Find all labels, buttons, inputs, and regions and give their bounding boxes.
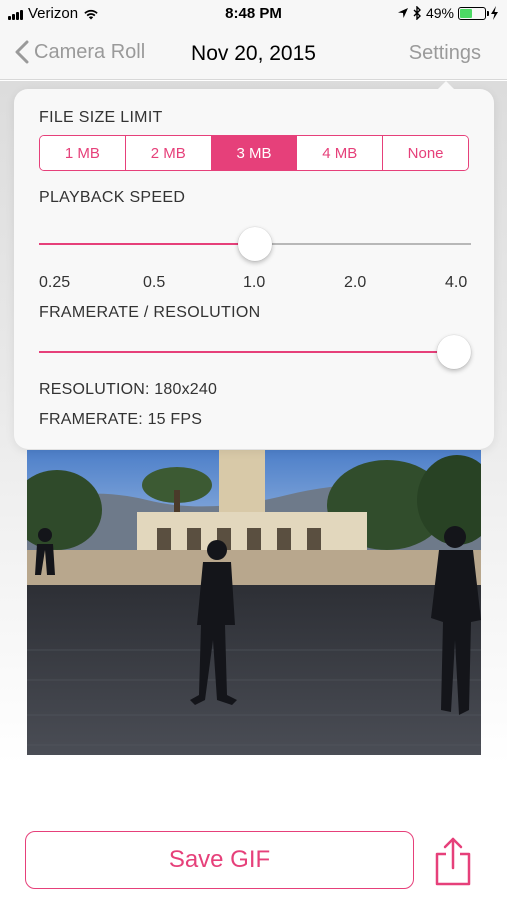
slider-thumb[interactable]: [238, 227, 272, 261]
playback-speed-label: PLAYBACK SPEED: [39, 189, 186, 206]
slider-active-track: [39, 351, 454, 353]
playback-tick-0-5: 0.5: [143, 274, 166, 291]
settings-button[interactable]: Settings: [409, 42, 481, 65]
playback-tick-2-0: 2.0: [344, 274, 367, 291]
battery-fill: [460, 8, 472, 18]
bluetooth-icon: [413, 6, 421, 20]
status-bar: Verizon 8:48 PM 49%: [0, 0, 507, 28]
playback-tick-1-0: 1.0: [243, 274, 266, 291]
resolution-readout: RESOLUTION: 180x240: [39, 381, 218, 398]
slider-active-track: [39, 243, 255, 245]
navigation-bar: Camera Roll Nov 20, 2015 Settings: [0, 28, 507, 80]
save-gif-button[interactable]: Save GIF: [25, 831, 414, 889]
slider-thumb[interactable]: [437, 335, 471, 369]
file-size-option-none[interactable]: None: [383, 136, 468, 170]
status-right: 49%: [397, 5, 499, 21]
video-preview: [27, 450, 481, 755]
share-icon[interactable]: [433, 836, 473, 886]
location-arrow-icon: [397, 8, 408, 18]
framerate-readout: FRAMERATE: 15 FPS: [39, 411, 203, 428]
file-size-option-2mb[interactable]: 2 MB: [125, 136, 212, 170]
preview-image: [27, 450, 481, 755]
playback-tick-0-25: 0.25: [39, 274, 71, 291]
playback-tick-4-0: 4.0: [445, 274, 468, 291]
battery-percent: 49%: [425, 5, 454, 21]
playback-speed-slider[interactable]: [39, 226, 471, 262]
framerate-resolution-slider[interactable]: [39, 334, 471, 370]
charging-bolt-icon: [491, 6, 498, 20]
file-size-limit-label: FILE SIZE LIMIT: [39, 109, 163, 126]
file-size-option-1mb[interactable]: 1 MB: [40, 136, 126, 170]
file-size-option-4mb[interactable]: 4 MB: [297, 136, 384, 170]
framerate-resolution-label: FRAMERATE / RESOLUTION: [39, 304, 261, 321]
settings-popover: FILE SIZE LIMIT 1 MB 2 MB 3 MB 4 MB None…: [14, 81, 494, 449]
battery-icon: [458, 6, 489, 20]
file-size-segmented-control[interactable]: 1 MB 2 MB 3 MB 4 MB None: [39, 135, 469, 171]
file-size-option-3mb[interactable]: 3 MB: [211, 136, 298, 170]
